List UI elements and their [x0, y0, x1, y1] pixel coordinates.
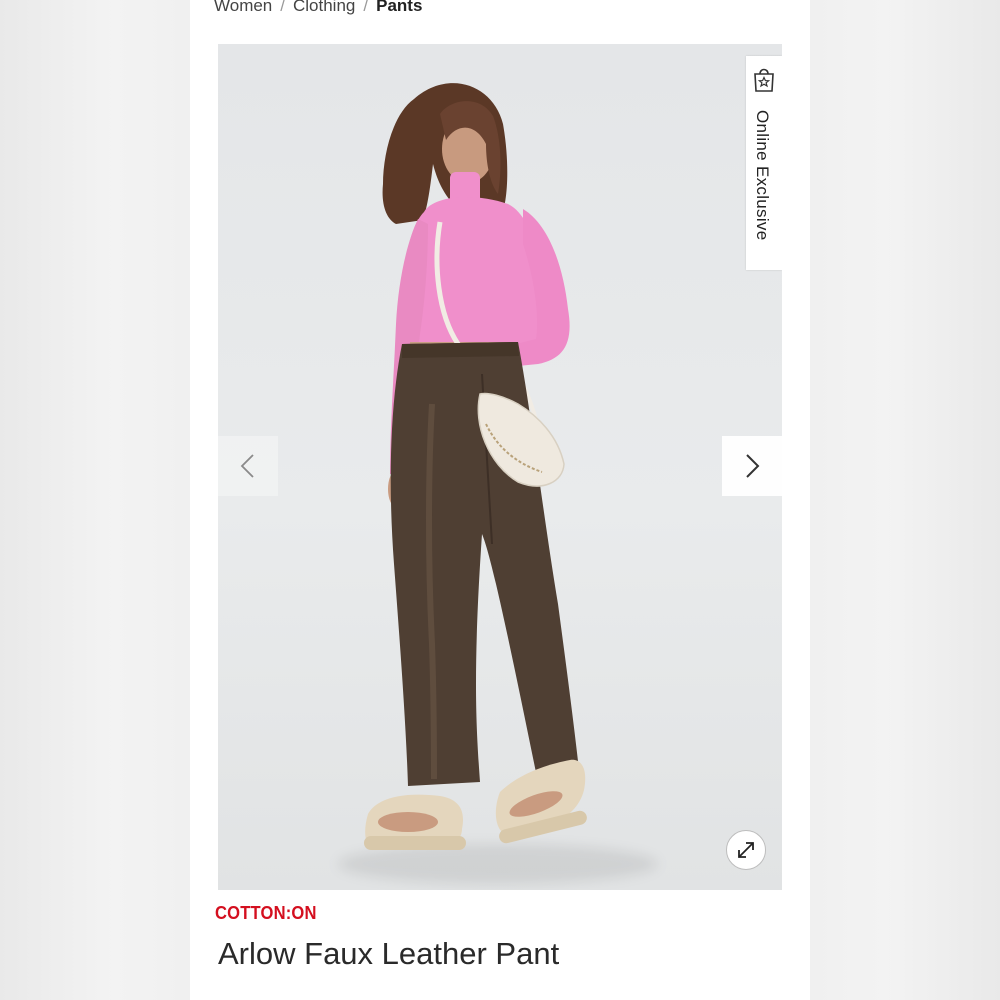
breadcrumb-item-women[interactable]: Women — [214, 0, 272, 16]
brand-logo[interactable]: COTTON:ON — [215, 903, 317, 924]
chevron-left-icon — [240, 454, 254, 478]
breadcrumb-item-clothing[interactable]: Clothing — [293, 0, 355, 16]
previous-image-button[interactable] — [218, 436, 278, 496]
page-backdrop-left — [0, 0, 190, 1000]
pants-waistband — [402, 342, 519, 358]
zoom-image-button[interactable] — [726, 830, 766, 870]
product-photo — [364, 83, 587, 850]
online-exclusive-badge: Online Exclusive — [746, 56, 782, 270]
next-image-button[interactable] — [722, 436, 782, 496]
expand-arrows-icon — [738, 842, 754, 858]
breadcrumb-separator: / — [363, 0, 369, 15]
breadcrumb: Women / Clothing / Pants — [214, 0, 422, 16]
chevron-right-icon — [746, 454, 760, 478]
breadcrumb-current: Pants — [376, 0, 423, 15]
breadcrumb-separator: / — [280, 0, 285, 15]
sandal-left-sole — [364, 836, 466, 850]
foot-left — [378, 812, 438, 832]
product-title: Arlow Faux Leather Pant — [218, 936, 560, 971]
page-backdrop-right — [810, 0, 1000, 1000]
online-exclusive-label: Online Exclusive — [753, 110, 772, 241]
product-page: Women / Clothing / Pants Online Exclusiv… — [190, 0, 810, 1000]
product-image-gallery[interactable]: Online Exclusive — [218, 44, 782, 890]
shopping-bag-star-icon — [754, 68, 774, 92]
